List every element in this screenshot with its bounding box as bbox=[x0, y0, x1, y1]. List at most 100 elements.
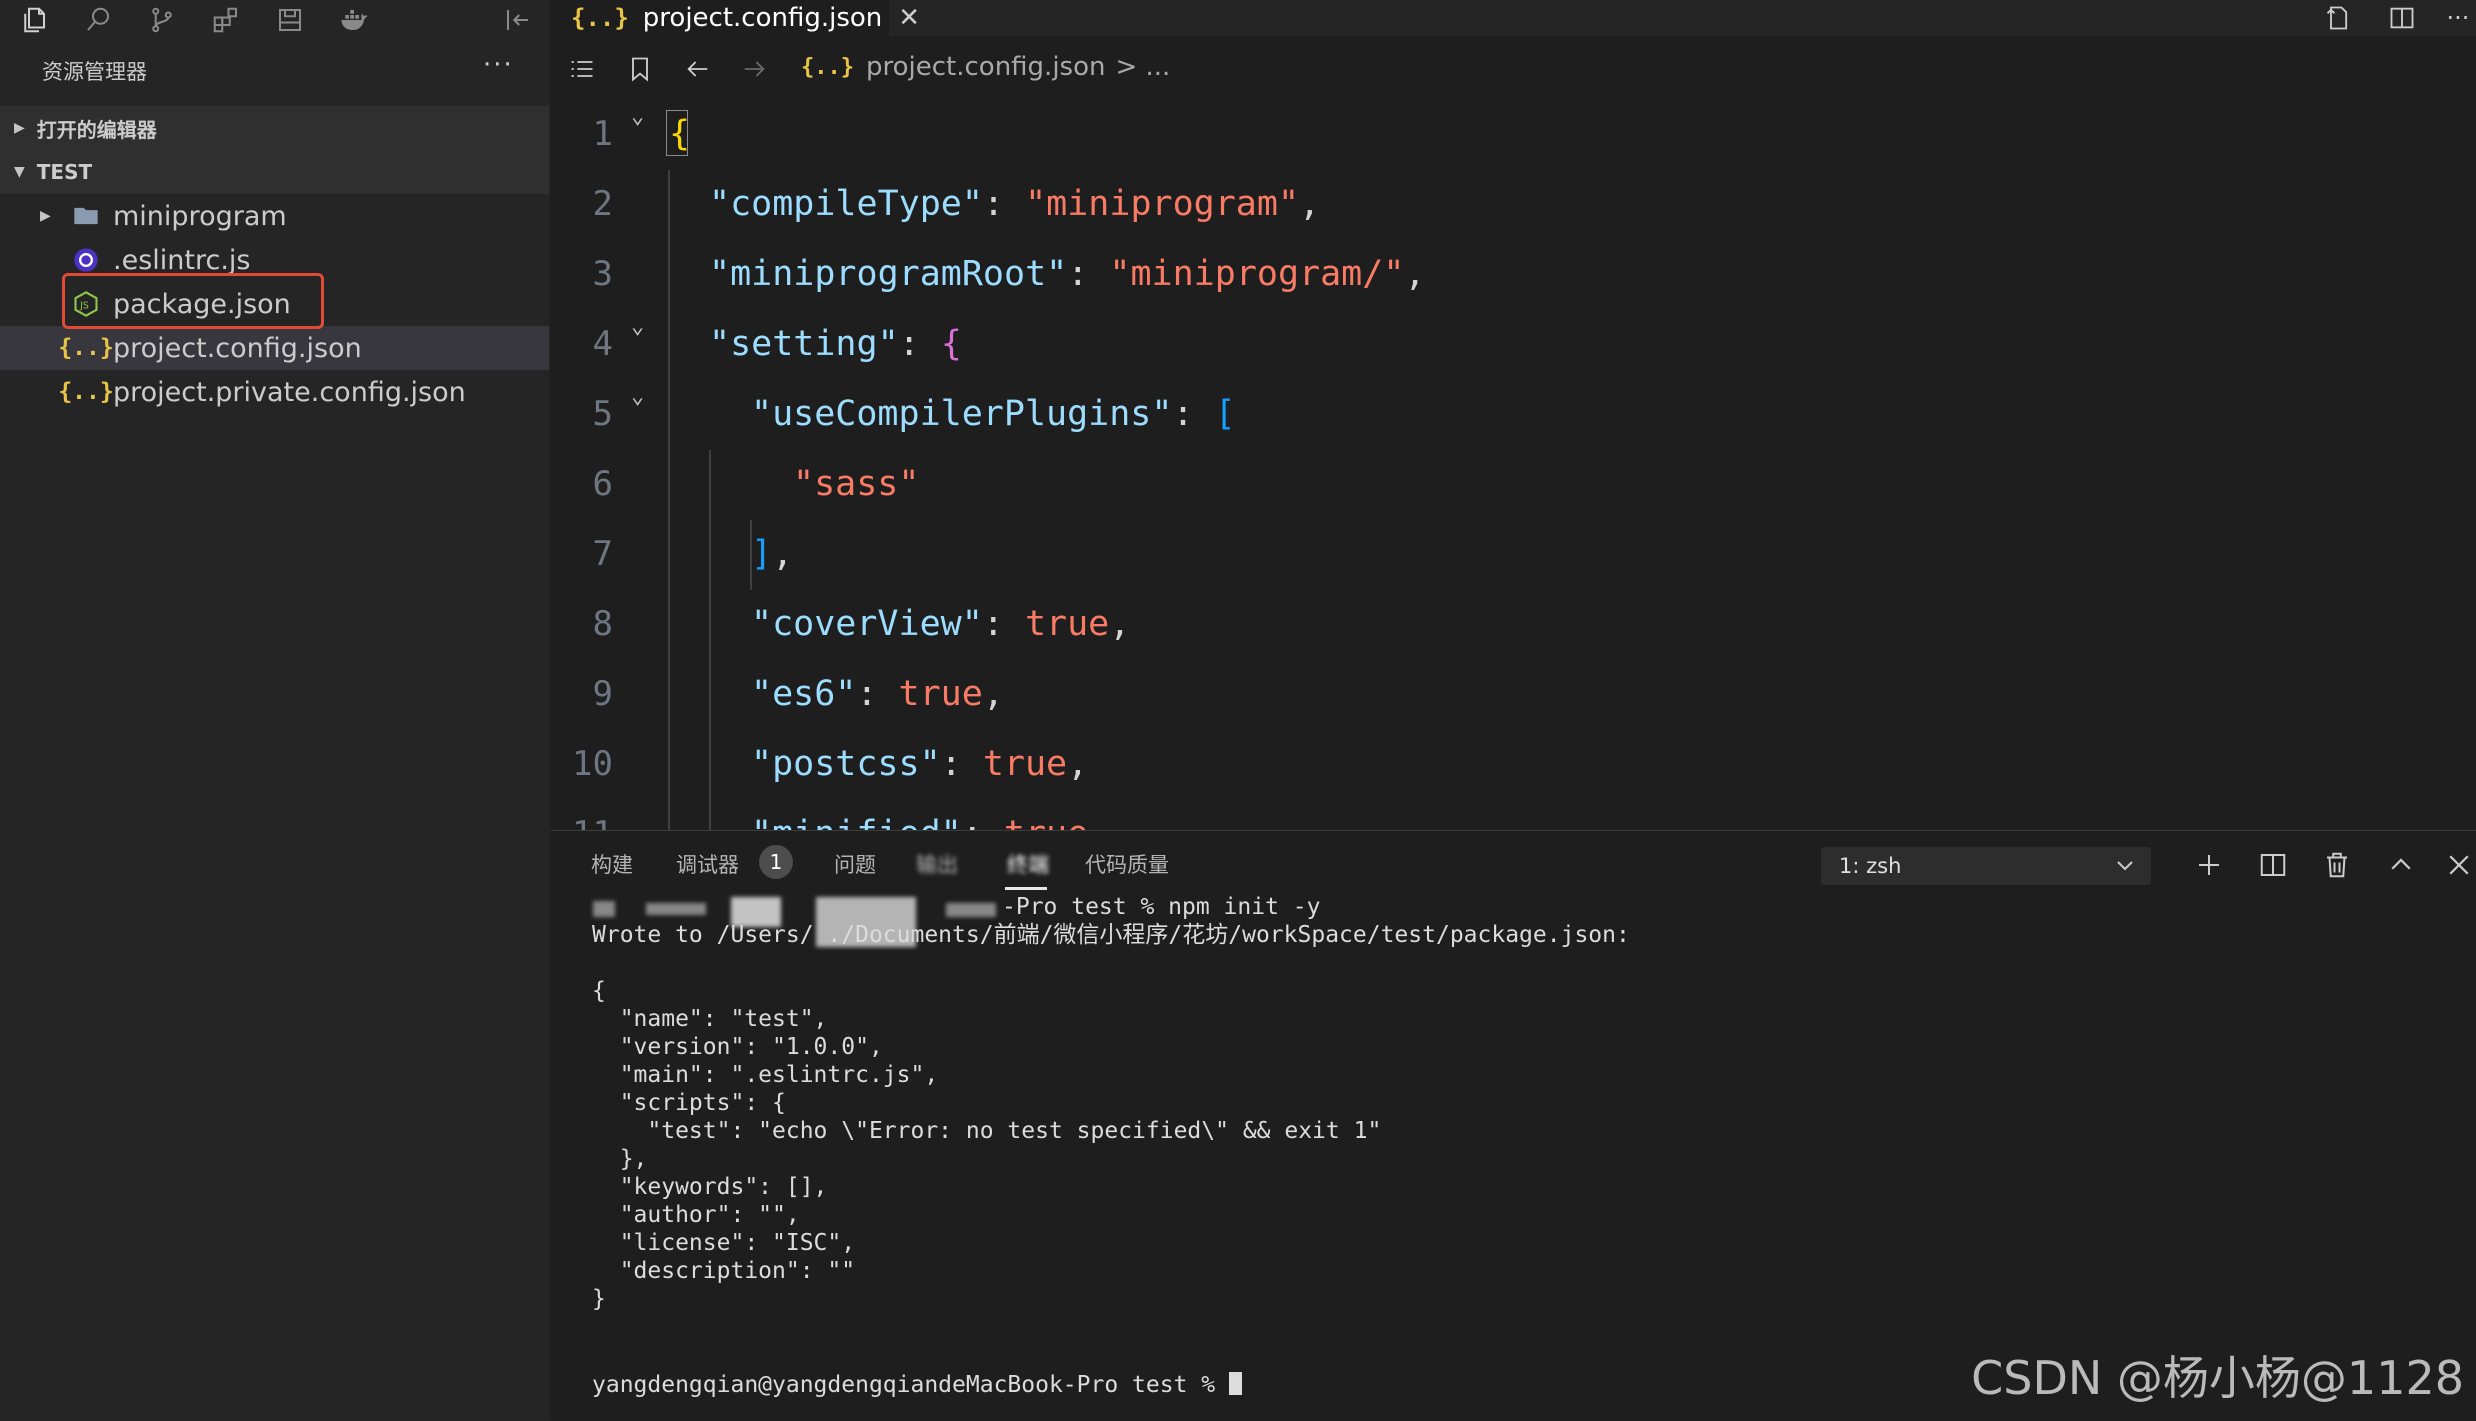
tab-label: project.config.json bbox=[642, 3, 883, 33]
section-project[interactable]: ▼ TEST bbox=[0, 150, 549, 194]
code-line: 4 ⌄ "setting": { bbox=[551, 310, 2476, 380]
code-content: "setting": { bbox=[709, 324, 962, 364]
line-number: 7 bbox=[592, 534, 613, 574]
breadcrumb[interactable]: {..} project.config.json > ... bbox=[801, 52, 1170, 82]
terminal-line: Wrote to /Users/ ./Documents/前端/微信小程序/花坊… bbox=[592, 922, 1630, 948]
terminal-line: { bbox=[592, 978, 606, 1004]
chevron-down-icon[interactable]: ⌄ bbox=[631, 384, 644, 409]
nodejs-icon: JS bbox=[70, 288, 102, 320]
trash-icon[interactable] bbox=[2319, 847, 2355, 883]
search-icon[interactable] bbox=[80, 4, 116, 36]
tab-problems[interactable]: 问题 bbox=[834, 849, 876, 879]
terminal-cursor bbox=[1228, 1372, 1242, 1395]
debugger-badge: 1 bbox=[759, 845, 793, 879]
bottom-panel: 构建 调试器 1 问题 输出 终端 代码质量 1: zsh -Pro test … bbox=[551, 830, 2476, 1421]
tab-project-config[interactable]: {..} project.config.json ✕ bbox=[551, 0, 920, 36]
code-line: 1 ⌄ { bbox=[551, 100, 2476, 170]
list-icon[interactable] bbox=[565, 52, 599, 86]
line-number: 6 bbox=[592, 464, 613, 504]
terminal-line: "main": ".eslintrc.js", bbox=[592, 1062, 939, 1088]
tree-item-package-json[interactable]: JS package.json bbox=[0, 282, 549, 326]
code-editor[interactable]: 1 ⌄ { 2 "compileType": "miniprogram", 3 … bbox=[551, 100, 2476, 830]
tab-build[interactable]: 构建 bbox=[591, 849, 633, 879]
tab-terminal[interactable]: 终端 bbox=[1007, 849, 1049, 879]
tree-item-project-private-config[interactable]: {..} project.private.config.json bbox=[0, 370, 549, 414]
chevron-up-icon[interactable] bbox=[2383, 847, 2419, 883]
code-line: 8 "coverView": true, bbox=[551, 590, 2476, 660]
json-key: "compileType" bbox=[709, 184, 983, 224]
json-brace: { bbox=[940, 324, 962, 364]
json-key: "minified" bbox=[751, 814, 962, 830]
files-icon[interactable] bbox=[16, 4, 52, 36]
more-actions-icon[interactable]: ··· bbox=[2441, 2, 2475, 34]
json-key: "setting" bbox=[709, 324, 899, 364]
collapse-panel-icon[interactable] bbox=[500, 4, 536, 36]
terminal-line: -Pro test % npm init -y bbox=[1002, 894, 1321, 920]
code-content: "es6": true, bbox=[751, 674, 1004, 714]
section-open-editors[interactable]: ▶ 打开的编辑器 bbox=[0, 106, 549, 150]
code-line: 5 ⌄ "useCompilerPlugins": [ bbox=[551, 380, 2476, 450]
open-changes-icon[interactable] bbox=[2321, 2, 2355, 34]
close-icon[interactable]: ✕ bbox=[898, 3, 920, 33]
json-value: true bbox=[982, 744, 1068, 784]
split-editor-icon[interactable] bbox=[2385, 2, 2419, 34]
section-project-label: TEST bbox=[36, 160, 93, 184]
eslint-icon bbox=[70, 244, 102, 276]
code-content: "miniprogramRoot": "miniprogram/", bbox=[709, 254, 1426, 294]
more-actions-icon[interactable]: ··· bbox=[483, 50, 514, 80]
save-icon[interactable] bbox=[272, 4, 308, 36]
code-token: { bbox=[669, 114, 691, 154]
line-number: 9 bbox=[592, 674, 613, 714]
arrow-left-icon[interactable] bbox=[681, 52, 715, 86]
split-icon[interactable] bbox=[2255, 847, 2291, 883]
json-icon: {..} bbox=[58, 379, 114, 405]
code-content: "coverView": true, bbox=[751, 604, 1131, 644]
json-value: true bbox=[898, 674, 983, 714]
terminal-prompt: yangdengqian@yangdengqiandeMacBook-Pro t… bbox=[592, 1372, 1229, 1398]
json-key: "postcss" bbox=[751, 744, 941, 784]
arrow-right-icon[interactable] bbox=[737, 52, 771, 86]
tree-item-label: project.private.config.json bbox=[113, 376, 466, 408]
activity-bar bbox=[0, 0, 550, 40]
json-icon: {..} bbox=[58, 335, 114, 361]
line-number: 5 bbox=[592, 394, 613, 434]
json-value: true bbox=[1024, 604, 1110, 644]
plus-icon[interactable] bbox=[2191, 847, 2227, 883]
json-icon: {..} bbox=[801, 54, 854, 80]
tab-output[interactable]: 输出 bbox=[916, 849, 958, 879]
chevron-right-icon: ▶ bbox=[40, 208, 51, 224]
json-bracket: ] bbox=[751, 534, 773, 574]
chevron-down-icon bbox=[2113, 853, 2137, 882]
bookmark-icon[interactable] bbox=[623, 52, 657, 86]
json-value: "sass" bbox=[793, 464, 920, 504]
tab-bar: {..} project.config.json ✕ ··· bbox=[551, 0, 2476, 36]
tree-item-eslintrc[interactable]: .eslintrc.js bbox=[0, 238, 549, 282]
source-control-icon[interactable] bbox=[144, 4, 180, 36]
line-number: 11 bbox=[551, 814, 613, 830]
chevron-down-icon[interactable]: ⌄ bbox=[631, 314, 644, 339]
code-line: 7 ], bbox=[551, 520, 2476, 590]
tree-item-project-config[interactable]: {..} project.config.json bbox=[0, 326, 549, 370]
line-number: 8 bbox=[592, 604, 613, 644]
chevron-down-icon[interactable]: ⌄ bbox=[631, 104, 644, 129]
code-line: 6 "sass" bbox=[551, 450, 2476, 520]
json-key: "coverView" bbox=[751, 604, 983, 644]
close-icon[interactable] bbox=[2441, 847, 2476, 883]
extensions-icon[interactable] bbox=[208, 4, 244, 36]
terminal-line: "scripts": { bbox=[592, 1090, 786, 1116]
terminal-select[interactable]: 1: zsh bbox=[1821, 847, 2151, 885]
docker-icon[interactable] bbox=[336, 4, 372, 36]
code-content: "compileType": "miniprogram", bbox=[709, 184, 1321, 224]
tree-item-miniprogram[interactable]: ▶ miniprogram bbox=[0, 194, 549, 238]
panel-tabs: 构建 调试器 1 问题 输出 终端 代码质量 1: zsh bbox=[551, 831, 2476, 891]
json-key: "es6" bbox=[751, 674, 857, 714]
line-number: 4 bbox=[592, 324, 613, 364]
tab-debugger[interactable]: 调试器 bbox=[676, 849, 739, 879]
tab-code-quality[interactable]: 代码质量 bbox=[1085, 849, 1169, 879]
folder-icon bbox=[70, 200, 102, 232]
chevron-right-icon: ▶ bbox=[14, 120, 25, 136]
json-key: "miniprogramRoot" bbox=[709, 254, 1068, 294]
json-icon: {..} bbox=[571, 4, 629, 32]
terminal-line: "keywords": [], bbox=[592, 1174, 828, 1200]
